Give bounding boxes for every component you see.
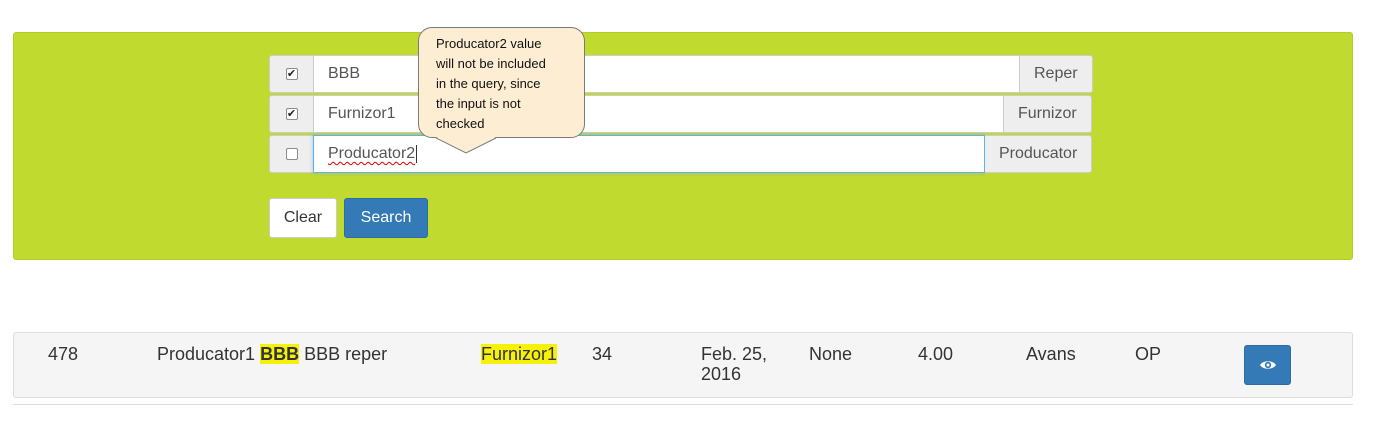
reper-checkbox[interactable]: ✔	[285, 68, 298, 80]
result-price: 4.00	[918, 344, 954, 364]
furnizor-checkbox[interactable]: ✔	[285, 108, 298, 120]
callout-line: will not be included	[436, 56, 546, 71]
result-quantity: 34	[592, 344, 613, 364]
producator-checkbox[interactable]	[285, 148, 298, 160]
result-reper-name: BBB reper	[304, 344, 388, 364]
callout-line: checked	[436, 116, 485, 131]
result-payment: Avans	[1026, 344, 1076, 364]
furnizor-input[interactable]: Furnizor1	[313, 95, 1004, 133]
table-divider	[13, 404, 1353, 405]
producator-input-text: Producator2	[328, 145, 416, 162]
view-button[interactable]	[1244, 345, 1291, 385]
result-producator: Producator1	[157, 344, 256, 364]
furnizor-addon-label: Furnizor	[1004, 95, 1092, 133]
table-row	[13, 332, 1353, 398]
eye-icon	[1259, 361, 1276, 369]
result-furnizor-text: Furnizor1	[481, 344, 558, 364]
callout-pointer	[436, 137, 497, 154]
callout-line: in the query, since	[436, 76, 541, 91]
result-date-line: 2016	[701, 364, 742, 384]
filter-checkbox-cell	[269, 135, 313, 173]
filter-checkbox-cell: ✔	[269, 95, 313, 133]
result-producator-reper: Producator1 BBB BBB reper	[157, 344, 387, 364]
text-caret	[416, 145, 418, 163]
filter-row-furnizor: ✔ Furnizor1 Furnizor	[269, 95, 1092, 133]
result-id: 478	[48, 344, 79, 364]
result-furnizor: Furnizor1	[481, 344, 558, 364]
reper-addon-label: Reper	[1020, 55, 1093, 93]
result-status: None	[809, 344, 853, 364]
result-date: Feb. 25, 2016	[701, 344, 767, 384]
callout-note: Producator2 value will not be included i…	[418, 27, 585, 138]
callout-line: Producator2 value	[436, 36, 542, 51]
result-type: OP	[1135, 344, 1162, 364]
filter-row-producator: Producator2 Producator	[269, 135, 1093, 173]
filter-row-reper: ✔ BBB Reper	[269, 55, 1093, 93]
result-date-line: Feb. 25,	[701, 344, 768, 364]
clear-button[interactable]: Clear	[269, 198, 337, 238]
producator-addon-label: Producator	[985, 135, 1093, 173]
filter-checkbox-cell: ✔	[269, 55, 313, 93]
search-button[interactable]: Search	[344, 198, 428, 238]
result-reper-code: BBB	[260, 344, 300, 364]
producator-input[interactable]: Producator2	[313, 135, 985, 173]
callout-line: the input is not	[436, 96, 521, 111]
